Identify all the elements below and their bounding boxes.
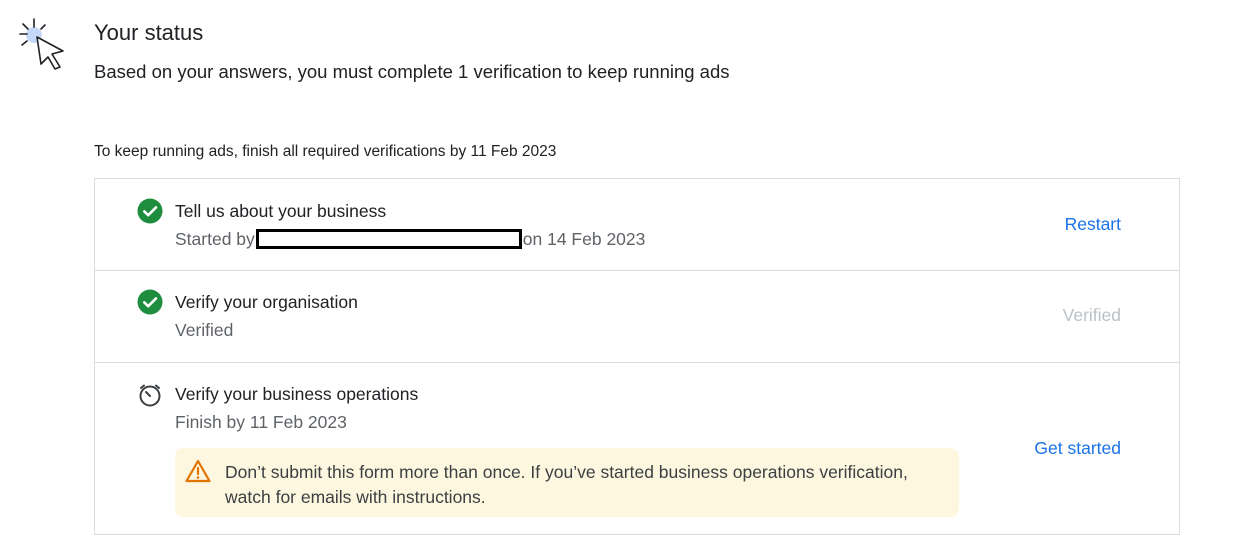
step-verify-organisation: Verify your organisation Verified Verifi… [95, 270, 1179, 363]
redacted-name [255, 229, 522, 249]
warning-triangle-icon [185, 459, 211, 483]
step-title: Verify your business operations [175, 384, 419, 404]
warning-line-1: Don’t submit this form more than once. I… [225, 462, 908, 482]
status-title: Your status [94, 20, 204, 45]
warning-banner: Don’t submit this form more than once. I… [175, 448, 959, 517]
get-started-button[interactable]: Get started [1034, 438, 1121, 459]
step-subtitle: Finish by 11 Feb 2023 [175, 412, 347, 432]
step-business-info: Tell us about your business Started by on… [95, 179, 1179, 271]
started-by-label: Started by [175, 229, 255, 249]
warning-line-2: watch for emails with instructions. [225, 487, 486, 507]
started-date: on 14 Feb 2023 [522, 229, 646, 249]
warning-text: Don’t submit this form more than once. I… [225, 460, 945, 510]
verified-button[interactable]: Verified [1063, 305, 1121, 326]
check-circle-icon [137, 289, 163, 315]
verification-steps-card: Tell us about your business Started by on… [94, 178, 1180, 535]
restart-button[interactable]: Restart [1065, 214, 1121, 235]
step-title: Verify your organisation [175, 292, 358, 312]
timer-icon [139, 384, 161, 407]
status-subtitle: Based on your answers, you must complete… [94, 61, 730, 82]
click-cursor-icon [19, 18, 64, 70]
step-subtitle: Started by on 14 Feb 2023 [175, 229, 645, 250]
step-title: Tell us about your business [175, 201, 387, 221]
deadline-text: To keep running ads, finish all required… [94, 143, 557, 160]
step-verify-business-operations: Verify your business operations Finish b… [95, 362, 1179, 535]
check-circle-icon [137, 198, 163, 224]
step-subtitle: Verified [175, 320, 234, 340]
